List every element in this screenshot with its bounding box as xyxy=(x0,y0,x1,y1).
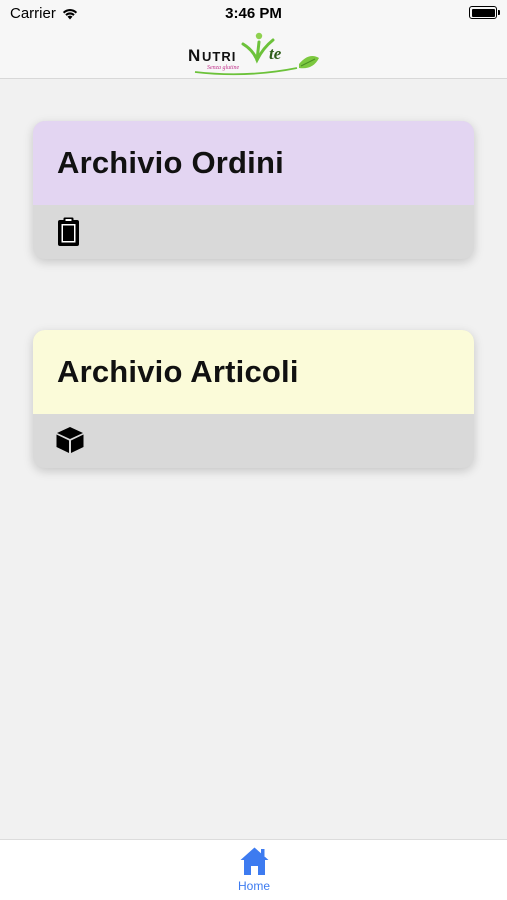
clipboard-icon xyxy=(58,217,79,246)
card-title: Archivio Ordini xyxy=(57,145,284,180)
tab-bar: Home xyxy=(0,839,507,900)
tab-home[interactable]: Home xyxy=(223,846,285,898)
nav-bar: N UTRI te Senza glutine xyxy=(0,28,507,79)
card-footer xyxy=(33,205,474,259)
status-bar: Carrier 3:46 PM xyxy=(0,0,507,28)
nutrivite-logo: N UTRI te Senza glutine xyxy=(188,32,319,76)
svg-text:te: te xyxy=(269,44,282,63)
card-footer xyxy=(33,414,474,468)
status-time: 3:46 PM xyxy=(225,5,282,22)
home-icon xyxy=(240,847,268,875)
svg-text:N: N xyxy=(188,46,201,65)
tab-home-label: Home xyxy=(237,879,270,893)
cube-icon xyxy=(56,427,84,453)
battery-icon xyxy=(469,6,500,19)
card-archivio-articoli[interactable]: Archivio Articoli xyxy=(33,330,474,468)
svg-text:Senza glutine: Senza glutine xyxy=(207,65,239,71)
card-header: Archivio Ordini xyxy=(33,121,474,205)
svg-text:UTRI: UTRI xyxy=(202,49,236,64)
card-archivio-ordini[interactable]: Archivio Ordini xyxy=(33,121,474,259)
card-header: Archivio Articoli xyxy=(33,330,474,414)
card-title: Archivio Articoli xyxy=(57,354,299,389)
